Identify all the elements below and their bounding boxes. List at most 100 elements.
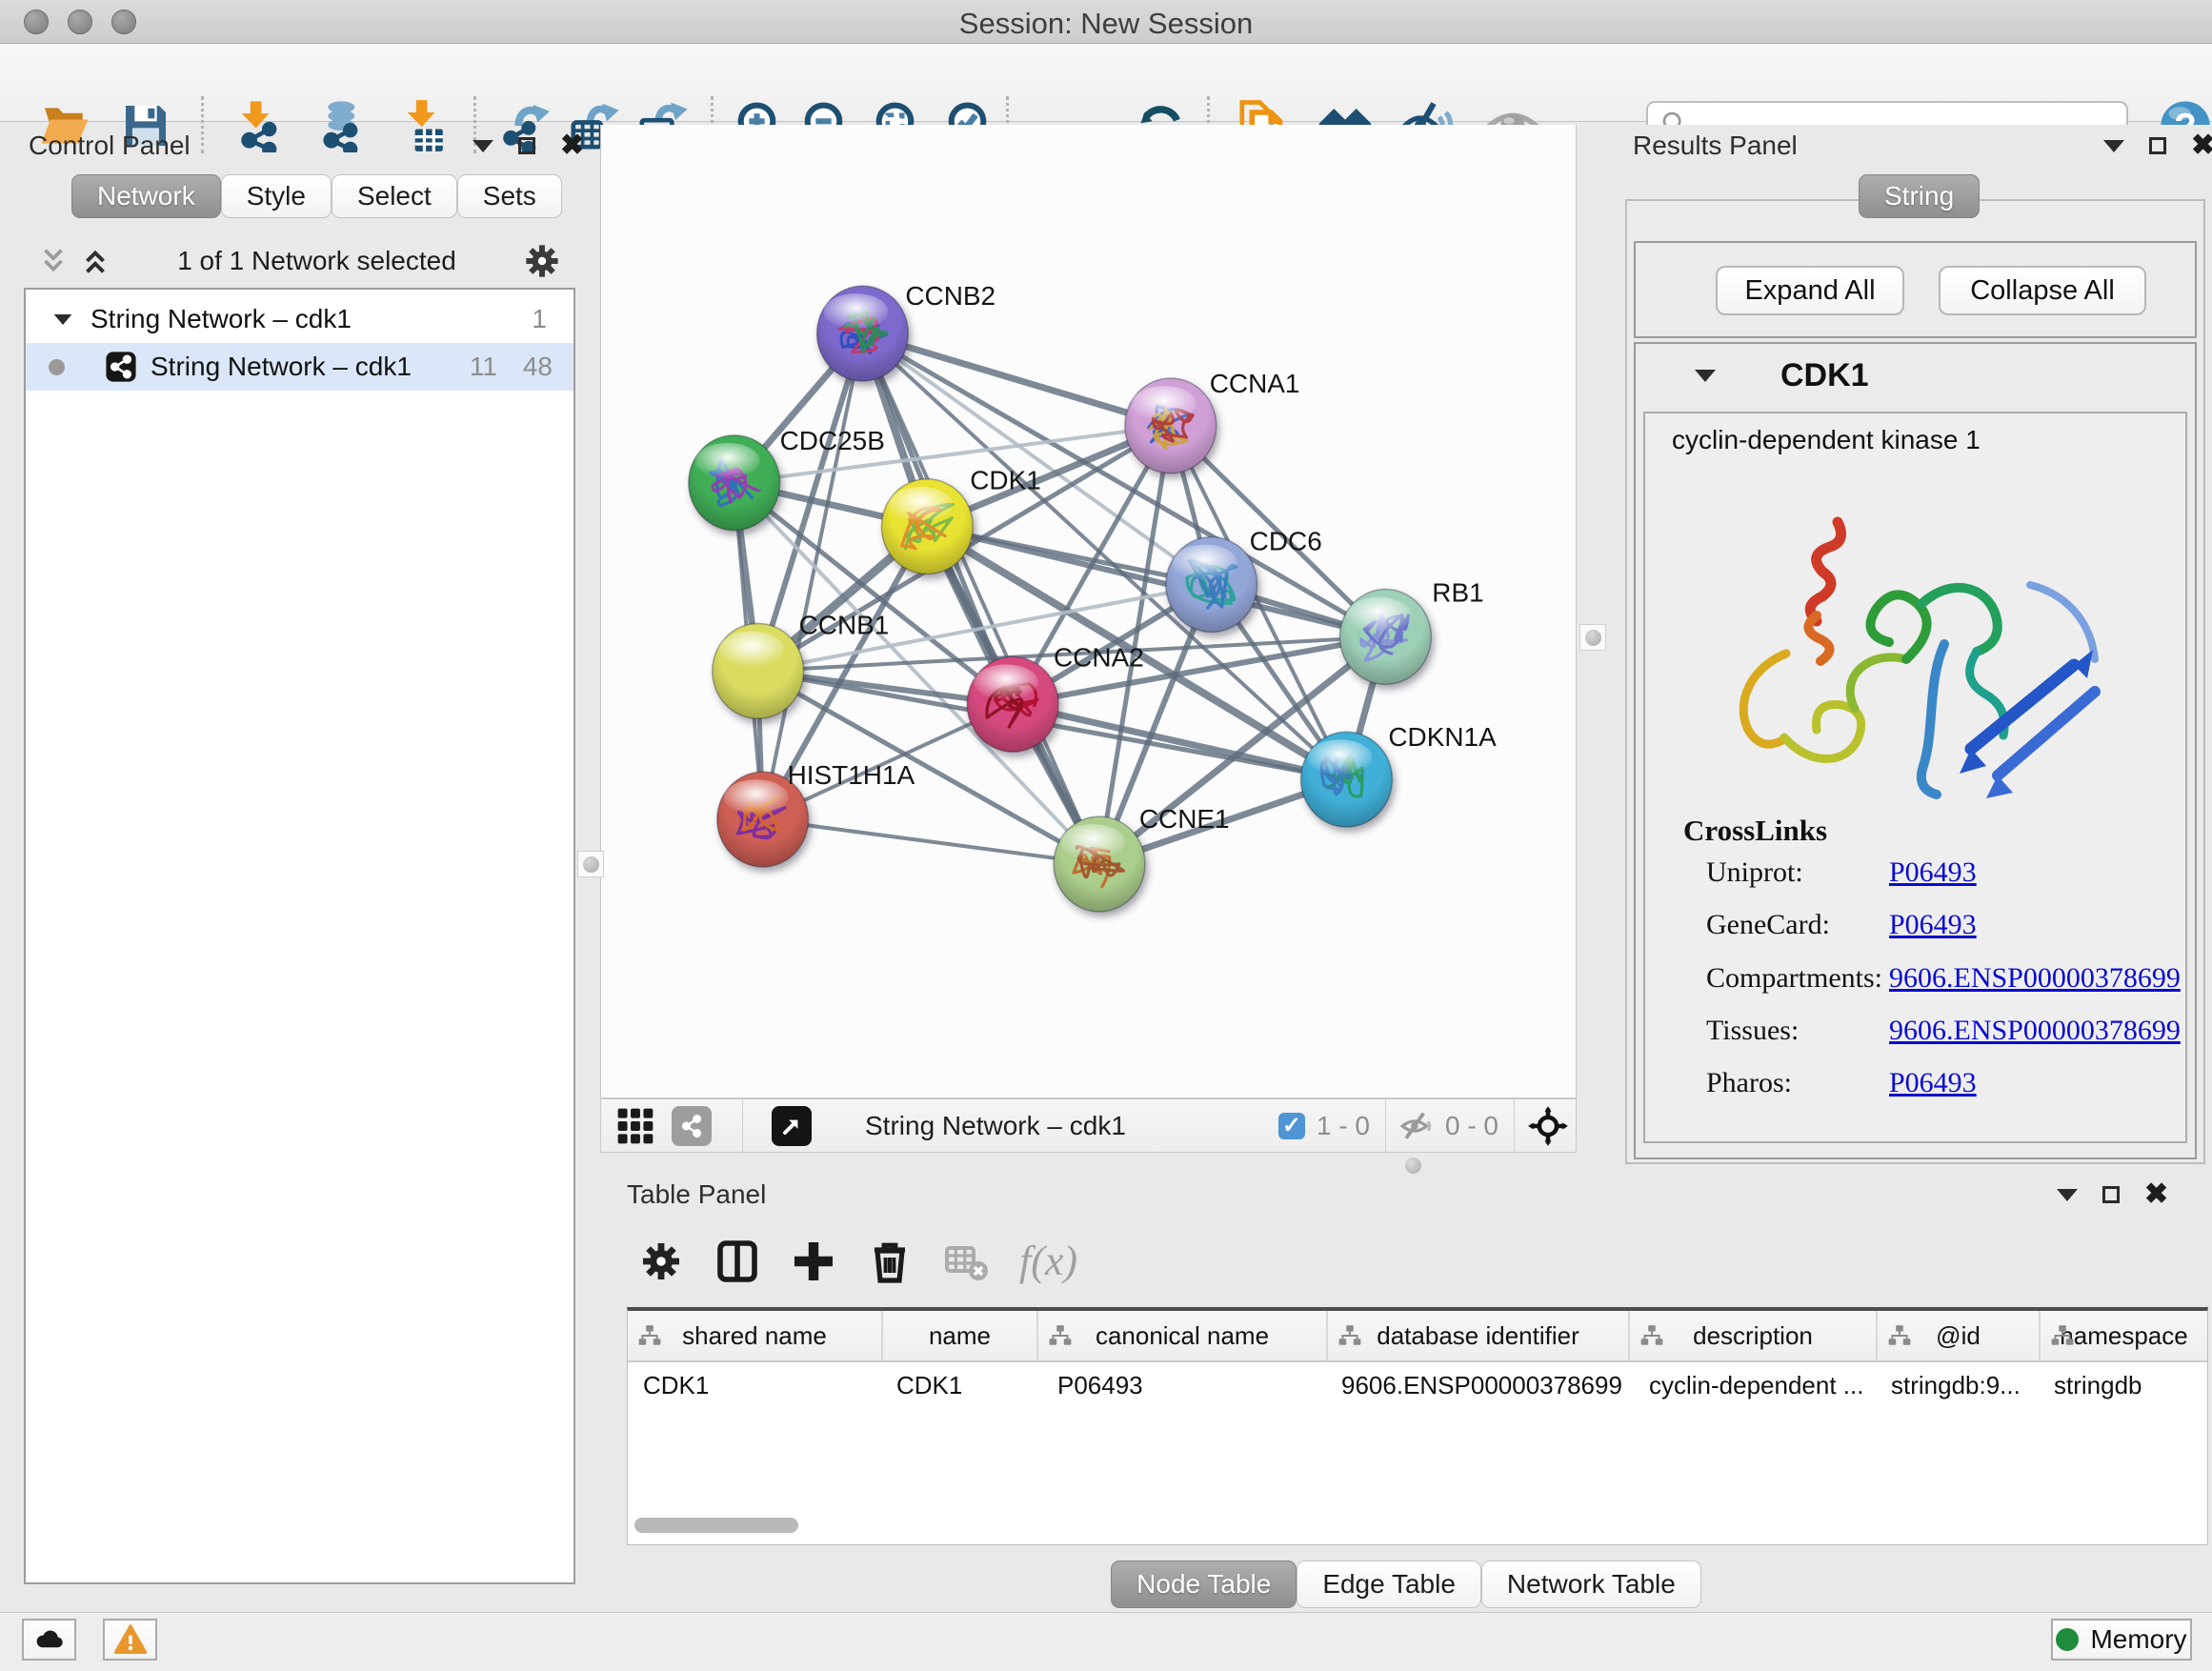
column-header-database-identifier[interactable]: database identifier [1326, 1311, 1628, 1360]
right-splitter-handle[interactable] [1579, 624, 1606, 651]
result-section-header[interactable]: CDK1 [1636, 344, 2195, 407]
crosslink-compartments-link[interactable]: 9606.ENSP00000378699 [1889, 962, 2181, 995]
column-header-id[interactable]: @id [1876, 1311, 2039, 1360]
expand-all-networks-icon[interactable] [79, 245, 111, 277]
crosslink-genecard-link[interactable]: P06493 [1889, 909, 1977, 941]
network-node-HIST1H1A[interactable]: HIST1H1A [717, 760, 915, 867]
tab-style[interactable]: Style [221, 174, 332, 218]
cell-database-identifier[interactable]: 9606.ENSP00000378699 [1326, 1362, 1628, 1408]
tab-network-table[interactable]: Network Table [1481, 1560, 1701, 1608]
crosslink-label: GeneCard: [1706, 909, 1830, 941]
network-view-title: String Network – cdk1 [865, 1111, 1126, 1141]
hidden-nodes-edges-count: 0 - 0 [1445, 1111, 1498, 1141]
crosslink-pharos-link[interactable]: P06493 [1889, 1067, 1977, 1099]
warning-icon [113, 1622, 148, 1657]
network-node-RB1[interactable]: RB1 [1339, 578, 1483, 685]
panel-menu-icon[interactable] [473, 140, 493, 152]
show-column-selector-icon[interactable] [714, 1238, 760, 1284]
network-list: String Network – cdk1 1 String Network –… [24, 288, 575, 1584]
float-panel-icon[interactable] [518, 137, 535, 154]
hierarchy-icon [1887, 1323, 1912, 1348]
float-panel-icon[interactable] [2149, 137, 2166, 154]
crosslinks-title: CrossLinks [1683, 814, 1827, 848]
toolbar-separator [1385, 1098, 1386, 1153]
close-panel-icon[interactable]: ✖ [2191, 136, 2212, 155]
column-header-description[interactable]: description [1628, 1311, 1876, 1360]
network-node-CDK1[interactable]: CDK1 [881, 466, 1040, 574]
network-options-gear-icon[interactable] [522, 241, 562, 281]
collapse-all-networks-icon[interactable] [37, 245, 70, 277]
hierarchy-icon [1337, 1323, 1362, 1348]
close-panel-icon[interactable]: ✖ [2144, 1185, 2168, 1204]
cell-namespace[interactable]: stringdb [2039, 1362, 2207, 1408]
left-splitter-handle[interactable] [577, 851, 604, 877]
column-header-name[interactable]: name [881, 1311, 1036, 1360]
network-node-CCNA1[interactable]: CCNA1 [1125, 369, 1300, 473]
network-collection-row[interactable]: String Network – cdk1 1 [26, 295, 573, 343]
network-edge [862, 333, 1170, 426]
control-panel-tabs: Network Style Select Sets [71, 174, 562, 218]
crosslink-uniprot-link[interactable]: P06493 [1889, 856, 1977, 889]
network-node-CDC25B[interactable]: CDC25B [689, 426, 885, 531]
pan-crosshair-icon[interactable] [1528, 1106, 1568, 1146]
column-header-namespace[interactable]: namespace [2039, 1311, 2207, 1360]
cell-shared-name[interactable]: CDK1 [628, 1362, 881, 1408]
tab-sets[interactable]: Sets [457, 174, 562, 218]
grid-view-icon[interactable] [614, 1105, 656, 1147]
horizontal-scrollbar[interactable] [634, 1518, 798, 1533]
network-view-canvas[interactable]: CCNB2CCNA1CDC25BCDK1CDC6RB1CCNB1CCNA2CDK… [600, 125, 1577, 1098]
node-label: CDC25B [780, 426, 885, 455]
cell-canonical-name[interactable]: P06493 [1036, 1362, 1326, 1408]
control-panel: Control Panel ✖ Network Style Select Set… [10, 125, 581, 1608]
network-node-count: 11 [470, 352, 497, 382]
network-edge [763, 333, 863, 819]
float-panel-icon[interactable] [2102, 1186, 2120, 1203]
network-selection-status: 1 of 1 Network selected [111, 246, 522, 276]
warning-status-button[interactable] [103, 1619, 157, 1661]
table-options-gear-icon[interactable] [638, 1238, 684, 1284]
column-header-shared-name[interactable]: shared name [628, 1311, 881, 1360]
gene-description: cyclin-dependent kinase 1 [1672, 425, 1981, 455]
create-column-icon[interactable] [791, 1238, 836, 1284]
network-icon [105, 351, 137, 383]
cell-name[interactable]: CDK1 [881, 1362, 1036, 1408]
tab-network[interactable]: Network [71, 174, 221, 218]
cloud-status-button[interactable] [22, 1619, 76, 1661]
application-window: Session: New Session [0, 0, 2212, 1671]
horizontal-splitter-handle[interactable] [1405, 1158, 1421, 1174]
network-node-CCNE1[interactable]: CCNE1 [1054, 804, 1230, 912]
crosslink-tissues-link[interactable]: 9606.ENSP00000378699 [1889, 1015, 2181, 1047]
network-row-selected[interactable]: String Network – cdk1 11 48 [26, 343, 573, 391]
tab-string-results[interactable]: String [1859, 174, 1980, 218]
network-view-mode-icon[interactable] [672, 1106, 712, 1146]
section-expander-icon[interactable] [1695, 370, 1716, 382]
detach-view-icon[interactable] [772, 1106, 812, 1146]
tab-edge-table[interactable]: Edge Table [1297, 1560, 1481, 1608]
cell-id[interactable]: stringdb:9... [1876, 1362, 2039, 1408]
delete-column-icon[interactable] [867, 1238, 913, 1284]
node-label: RB1 [1432, 578, 1483, 608]
panel-menu-icon[interactable] [2103, 140, 2124, 152]
table-row[interactable]: CDK1 CDK1 P06493 9606.ENSP00000378699 cy… [628, 1362, 2207, 1408]
window-title: Session: New Session [0, 7, 2212, 41]
expand-all-button[interactable]: Expand All [1716, 266, 1904, 315]
tab-select[interactable]: Select [332, 174, 457, 218]
memory-button[interactable]: Memory [2051, 1619, 2192, 1661]
hierarchy-icon [637, 1323, 662, 1348]
tab-node-table[interactable]: Node Table [1111, 1560, 1297, 1608]
selected-indicator-checkbox[interactable]: ✓ [1278, 1113, 1305, 1139]
network-node-CDKN1A[interactable]: CDKN1A [1301, 722, 1498, 827]
collapse-all-button[interactable]: Collapse All [1939, 266, 2146, 315]
panel-menu-icon[interactable] [2057, 1189, 2078, 1201]
cloud-icon [32, 1622, 67, 1657]
collection-expander-icon[interactable] [54, 313, 72, 324]
close-panel-icon[interactable]: ✖ [560, 136, 584, 155]
table-panel-title: Table Panel [627, 1179, 766, 1210]
network-edge-count: 48 [523, 352, 553, 382]
node-label: CCNB1 [799, 610, 890, 639]
node-label: CCNE1 [1139, 804, 1230, 834]
node-label: CDK1 [970, 466, 1041, 495]
cell-description[interactable]: cyclin-dependent ... [1628, 1362, 1876, 1408]
function-builder-icon: f(x) [1019, 1237, 1077, 1285]
column-header-canonical-name[interactable]: canonical name [1036, 1311, 1326, 1360]
